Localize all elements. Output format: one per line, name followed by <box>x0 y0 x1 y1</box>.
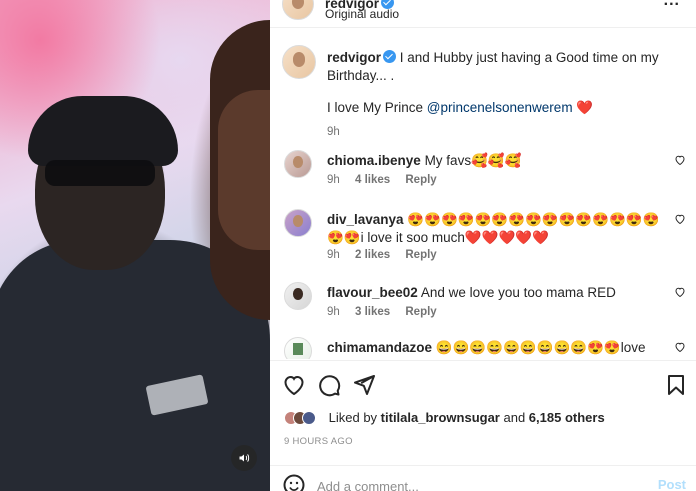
commenter-avatar[interactable] <box>284 282 312 310</box>
comment-heart-icon[interactable] <box>674 286 686 298</box>
caption-mention[interactable]: @princenelsonenwerem <box>427 100 573 115</box>
comment-username[interactable]: div_lavanya <box>327 212 404 227</box>
comment-heart-icon[interactable] <box>674 154 686 166</box>
post-side-panel: redvigor Original audio ... redvigor I a… <box>270 0 696 491</box>
likes-others-link[interactable]: 6,185 others <box>529 410 605 425</box>
verified-badge-icon <box>383 50 397 63</box>
comment-body: And we love you too mama RED <box>420 285 616 300</box>
more-options-icon[interactable]: ... <box>664 0 680 10</box>
comment-username[interactable]: chimamandazoe <box>327 340 432 355</box>
comment-likes[interactable]: 2 likes <box>355 249 390 261</box>
comment-time[interactable]: 9h <box>327 306 340 318</box>
comment-text: chimamandazoe 😄😄😄😄😄😄😄😄😄😍😍love <box>327 339 662 357</box>
reply-button[interactable]: Reply <box>405 174 436 186</box>
comments-list[interactable]: redvigor I and Hubby just having a Good … <box>270 29 696 359</box>
video-man-glasses <box>45 160 155 186</box>
video-woman-face <box>218 90 270 250</box>
caption-username[interactable]: redvigor <box>327 50 381 65</box>
caption-text: redvigor I and Hubby just having a Good … <box>327 49 667 141</box>
comment-icon[interactable] <box>317 373 341 397</box>
likes-middle: and <box>499 410 529 425</box>
comment-text: flavour_bee02 And we love you too mama R… <box>327 284 662 302</box>
comment-heart-icon[interactable] <box>674 213 686 225</box>
comment-time[interactable]: 9h <box>327 249 340 261</box>
likes-text: Liked by titilala_brownsugar and 6,185 o… <box>329 410 605 425</box>
comment-likes[interactable]: 4 likes <box>355 174 390 186</box>
liker-avatar <box>302 411 316 425</box>
reply-button[interactable]: Reply <box>405 306 436 318</box>
commenter-avatar[interactable] <box>284 150 312 178</box>
comment-text: div_lavanya 😍😍😍😍😍😍😍😍😍😍😍😍😍😍😍😍😍i love it s… <box>327 211 662 247</box>
post-time[interactable]: 9 HOURS AGO <box>284 436 353 447</box>
comment-meta: 9h 4 likes Reply <box>327 174 449 186</box>
comment-meta: 9h 2 likes Reply <box>327 249 449 261</box>
share-icon[interactable] <box>352 373 376 397</box>
comment-heart-icon[interactable] <box>674 341 686 353</box>
mute-button[interactable] <box>231 445 257 471</box>
add-comment-bar: Post <box>270 465 696 491</box>
comment-text: chioma.ibenye My favs🥰🥰🥰 <box>327 152 662 170</box>
comment-username[interactable]: flavour_bee02 <box>327 285 418 300</box>
commenter-avatar[interactable] <box>284 337 312 359</box>
post-header: redvigor Original audio ... <box>270 0 696 28</box>
post-comment-button[interactable]: Post <box>658 477 686 491</box>
emoji-icon[interactable] <box>282 473 306 491</box>
video-man-cap <box>28 96 178 166</box>
caption-time[interactable]: 9h <box>327 126 340 138</box>
author-avatar[interactable] <box>282 0 314 20</box>
comment-input[interactable] <box>317 475 617 491</box>
commenter-avatar[interactable] <box>284 209 312 237</box>
speaker-icon <box>239 454 250 462</box>
comment-likes[interactable]: 3 likes <box>355 306 390 318</box>
heart-icon[interactable] <box>282 373 306 397</box>
comment-time[interactable]: 9h <box>327 174 340 186</box>
comment-body: 😄😄😄😄😄😄😄😄😄😍😍love <box>435 340 646 355</box>
comment-meta: 9h 3 likes Reply <box>327 306 449 318</box>
bookmark-icon[interactable] <box>664 373 688 397</box>
caption-heart: ❤️ <box>576 100 594 115</box>
comment-username[interactable]: chioma.ibenye <box>327 153 421 168</box>
post-actions: Liked by titilala_brownsugar and 6,185 o… <box>270 360 696 464</box>
likes-summary: Liked by titilala_brownsugar and 6,185 o… <box>284 410 605 430</box>
likes-prefix: Liked by <box>328 410 381 425</box>
post-video[interactable] <box>0 0 270 491</box>
liker-username[interactable]: titilala_brownsugar <box>381 410 500 425</box>
comment-body: My favs🥰🥰🥰 <box>424 153 522 168</box>
caption-line2: I love My Prince <box>327 100 427 115</box>
reply-button[interactable]: Reply <box>405 249 436 261</box>
caption-avatar[interactable] <box>282 45 316 79</box>
audio-label[interactable]: Original audio <box>325 7 399 21</box>
